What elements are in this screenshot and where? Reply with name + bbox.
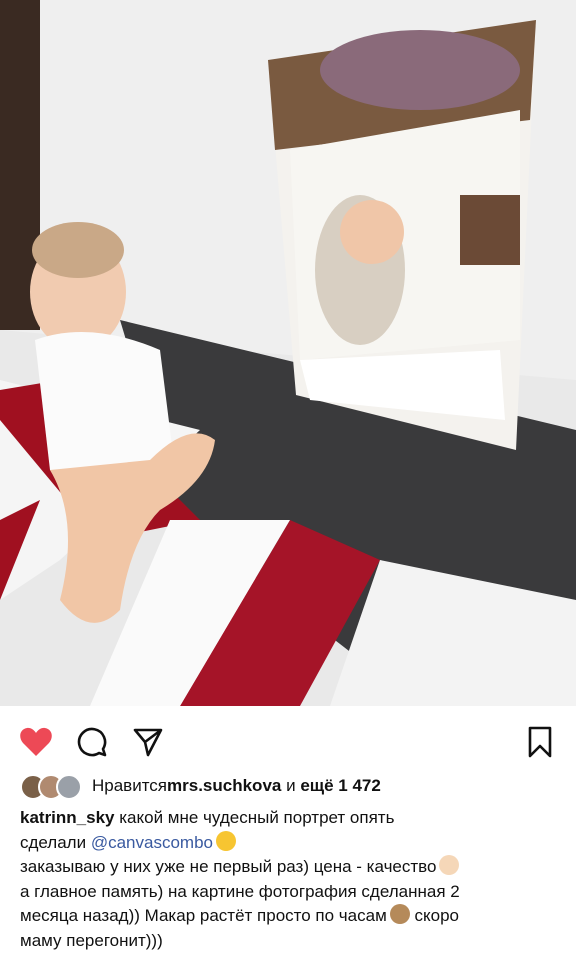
- avatar: [56, 774, 82, 800]
- liker-avatars: [20, 773, 84, 800]
- send-icon[interactable]: [130, 724, 166, 760]
- bookmark-icon[interactable]: [522, 724, 558, 760]
- post-caption: katrinn_sky какой мне чудесный портрет о…: [20, 806, 560, 953]
- mention-link[interactable]: @canvascombo: [91, 833, 213, 852]
- caption-username[interactable]: katrinn_sky: [20, 808, 115, 827]
- post-actions: [0, 706, 576, 768]
- clapping-hands-emoji-icon: [439, 855, 460, 875]
- post-photo[interactable]: [0, 0, 576, 706]
- caption-text: какой мне чудесный портрет опять: [114, 808, 395, 827]
- likes-prefix: Нравится: [92, 776, 168, 795]
- heart-icon[interactable]: [18, 724, 54, 760]
- likes-middle: и: [281, 776, 301, 795]
- caption-text: заказываю у них уже не первый раз) цена …: [20, 857, 437, 876]
- caption-text: маму перегонит))): [20, 930, 163, 950]
- caption-text: скоро: [409, 906, 459, 925]
- likes-count[interactable]: ещё 1 472: [300, 776, 381, 796]
- liker-username[interactable]: mrs.suchkova: [167, 776, 281, 796]
- likes-row[interactable]: Нравится mrs.suchkova и ещё 1 472: [20, 772, 381, 800]
- comment-icon[interactable]: [74, 724, 110, 760]
- heart-eyes-emoji-icon: [215, 830, 236, 851]
- caption-text: сделали: [20, 832, 91, 852]
- caption-text: месяца назад)) Макар растёт просто по ча…: [20, 906, 387, 925]
- caption-text: а главное память) на картине фотография …: [20, 881, 460, 901]
- see-no-evil-monkey-emoji-icon: [389, 904, 410, 924]
